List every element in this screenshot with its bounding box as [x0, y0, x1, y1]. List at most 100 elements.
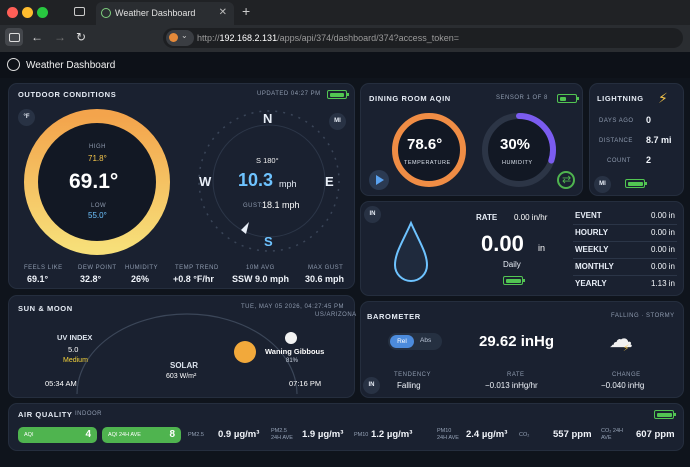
sun-moon-card: SUN & MOON TUE, MAY 05 2026, 04:27:45 PM… [8, 295, 357, 398]
aqi-24h-label: AQI 24H AVE [108, 432, 141, 438]
uv-index-level: Medium [63, 357, 88, 364]
pressure-change-value: −0.040 inHg [601, 381, 645, 390]
rain-row-label: YEARLY [575, 279, 607, 288]
aqi-label: AQI [24, 432, 34, 438]
app-title: Weather Dashboard [26, 60, 116, 71]
pressure-mode-toggle[interactable]: Rel Abs [388, 333, 442, 350]
distance-label: DISTANCE [599, 138, 633, 144]
lightning-battery-icon [625, 179, 647, 188]
address-bar[interactable]: ⌄ http://192.168.2.131/apps/api/374/dash… [163, 28, 683, 48]
tab-weather-dashboard[interactable]: Weather Dashboard ✕ [96, 2, 234, 25]
sun-title: SUN & MOON [18, 304, 73, 313]
air-subtitle: INDOOR [75, 411, 102, 417]
refresh-icon: ⇄ [562, 174, 572, 186]
tab-overview-icon[interactable] [74, 7, 85, 16]
refresh-button[interactable]: ⇄ [557, 171, 575, 189]
new-tab-button[interactable]: + [242, 3, 250, 19]
barometer-unit-toggle[interactable]: IN [363, 377, 380, 394]
compass-w: W [199, 174, 212, 189]
indoor-battery-icon [557, 94, 579, 103]
sidebar-toggle-button[interactable] [5, 28, 23, 46]
solar-label: SOLAR [170, 361, 198, 370]
aqi-24h-value: 8 [169, 429, 175, 440]
low-value: 55.0° [88, 211, 107, 220]
url-prefix: http:// [197, 33, 220, 43]
air-quality-card: AIR QUALITY INDOOR AQI 4 AQI 24H AVE 8 P… [8, 403, 684, 451]
chevron-down-icon: ⌄ [181, 31, 188, 40]
dew-point-value: 32.8° [80, 274, 102, 284]
co2-24h-value: 607 ppm [636, 429, 675, 440]
pressure-change-label: CHANGE [612, 372, 641, 378]
tendency-label: TENDENCY [394, 372, 432, 378]
days-ago-value: 0 [646, 115, 652, 125]
temp-trend-label: TEMP TREND [175, 265, 219, 271]
sunrise-time: 05:34 AM [45, 379, 77, 388]
pm25-24h-label: PM2.5 24H AVE [271, 428, 293, 441]
lightning-unit-toggle[interactable]: MI [594, 176, 611, 193]
pressure-rel-option[interactable]: Rel [390, 335, 414, 348]
rain-row-label: EVENT [575, 211, 602, 220]
play-icon [376, 175, 384, 185]
pm10-24h-value: 2.4 µg/m³ [466, 429, 508, 440]
rain-row-divider [573, 241, 677, 242]
sunset-time: 07:16 PM [289, 379, 322, 388]
rain-row-value: 0.00 in [650, 211, 675, 220]
compass-n: N [263, 111, 273, 126]
rain-row-divider [573, 224, 677, 225]
app-header: Weather Dashboard [0, 52, 690, 78]
app-logo-icon [7, 58, 20, 71]
pm10-label: PM10 [354, 432, 369, 438]
storm-bolt-icon: ⚡ [623, 343, 630, 353]
indoor-temp: 78.6° [407, 136, 443, 153]
reload-button[interactable]: ↻ [76, 30, 86, 44]
tab-title: Weather Dashboard [115, 8, 196, 18]
pressure-abs-option[interactable]: Abs [420, 337, 431, 344]
rain-row-label: MONTHLY [575, 262, 614, 271]
play-button[interactable] [369, 170, 389, 190]
moon-icon [285, 332, 297, 344]
co2-label: CO₂ [519, 432, 530, 438]
pressure-value: 29.62 inHg [479, 333, 555, 350]
url-host: 192.168.2.131 [219, 33, 278, 43]
maximize-window-button[interactable] [37, 7, 48, 18]
outdoor-conditions-card: OUTDOOR CONDITIONS UPDATED 04:27 PM °F H… [8, 83, 355, 289]
wind-unit-toggle[interactable]: MI [329, 113, 346, 130]
rain-unit-toggle[interactable]: IN [364, 206, 381, 223]
feels-like-label: FEELS LIKE [24, 265, 63, 271]
site-favicon-icon [169, 33, 178, 42]
rain-card: IN RATE 0.00 in/hr 0.00 in Daily EVENT 0.… [360, 201, 684, 296]
compass-s: S [264, 234, 273, 249]
max-gust-label: MAX GUST [308, 265, 344, 271]
pm25-value: 0.9 µg/m³ [218, 429, 260, 440]
rain-row-value: 0.00 in [650, 228, 675, 237]
rain-daily-value: 0.00 [481, 231, 524, 256]
sun-timezone: US/ARIZONA [315, 312, 357, 318]
indoor-humidity-label: HUMIDITY [502, 160, 533, 166]
tendency-value: Falling [397, 381, 421, 390]
co2-24h-label: CO₂ 24H AVE [601, 428, 624, 441]
back-button[interactable]: ← [31, 30, 43, 44]
barometer-status: FALLING · STORMY [611, 313, 675, 319]
wind-avg-label: 10M AVG [246, 265, 275, 271]
minimize-window-button[interactable] [22, 7, 33, 18]
rain-rate-label: RATE [476, 213, 498, 222]
wind-direction: S 180° [256, 156, 279, 165]
pm25-24h-value: 1.9 µg/m³ [302, 429, 344, 440]
pm10-24h-label: PM10 24H AVE [437, 428, 459, 441]
close-window-button[interactable] [7, 7, 18, 18]
rain-rate-value: 0.00 in/hr [514, 213, 548, 222]
count-label: COUNT [607, 158, 631, 164]
lightning-card: LIGHTNING ⚡ DAYS AGO 0 DISTANCE 8.7 mi C… [589, 83, 684, 196]
aqi-24h-pill: AQI 24H AVE 8 [102, 427, 181, 443]
lightning-bolt-icon: ⚡ [658, 90, 668, 106]
co2-value: 557 ppm [553, 429, 592, 440]
pm10-value: 1.2 µg/m³ [371, 429, 413, 440]
tab-close-icon[interactable]: ✕ [219, 7, 227, 18]
tab-bar: Weather Dashboard ✕ + [0, 0, 690, 25]
count-value: 2 [646, 155, 652, 165]
rain-row-divider [573, 258, 677, 259]
outdoor-title: OUTDOOR CONDITIONS [18, 90, 117, 99]
rain-drop-icon [393, 220, 429, 282]
forward-button[interactable]: → [54, 30, 66, 44]
indoor-title: DINING ROOM AQIN [369, 94, 451, 103]
